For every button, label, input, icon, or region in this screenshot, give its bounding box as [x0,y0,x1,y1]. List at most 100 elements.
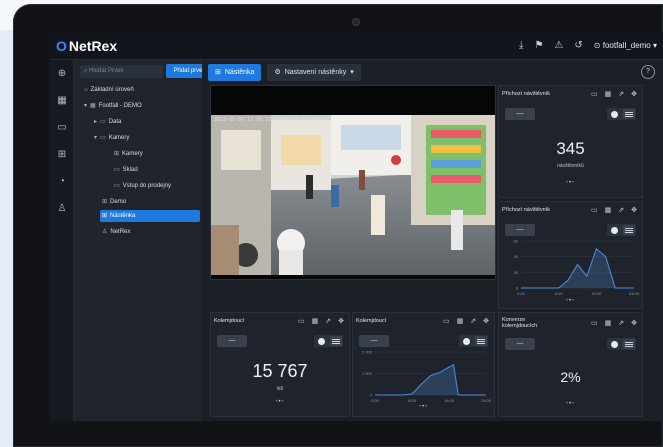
camera-video-widget[interactable]: 2023-09-07 17:56:37 Vstup do prodejny [210,85,496,280]
expand-icon[interactable]: ✥ [631,319,637,327]
view-toggle[interactable] [314,335,343,347]
download-icon[interactable]: ⤓ [519,40,523,51]
tree-item-warehouse[interactable]: ▭ Sklad [114,164,138,176]
expand-icon[interactable]: ✥ [338,317,344,325]
pager-dots[interactable]: ••• [499,298,642,304]
tree-item-cameras-folder[interactable]: ▾ ▭ Kamery [94,132,129,144]
number-view-icon [318,337,325,345]
period-button[interactable]: — [359,335,389,347]
calendar-icon[interactable]: ▭ [591,90,598,98]
tree-item-demo[interactable]: ⊞ Demo [102,196,126,208]
list-view-icon [623,109,635,119]
period-button[interactable]: — [505,338,535,350]
view-toggle[interactable] [607,338,636,350]
tree-item-cameras[interactable]: ⊞ Kamery [114,148,143,160]
external-link-icon[interactable]: ⇗ [618,319,624,327]
icon-rail: ⊕ ▦ ▭ ⊞ ◔ ♙ [50,60,74,421]
tree-item-store-entrance[interactable]: ▭ Vstup do prodejny [114,180,171,192]
chevron-down-icon[interactable]: ▾ [84,100,87,112]
building-icon[interactable]: ▦ [605,206,612,214]
y-tick-label: 0 [370,393,373,398]
user-icon[interactable]: ♙ [50,195,74,222]
help-icon[interactable]: ? [641,65,655,79]
x-tick-label: 24:00 [481,398,492,403]
period-button[interactable]: — [505,224,535,236]
list-view-icon [623,339,635,349]
pager-dots[interactable]: ••• [499,180,642,186]
view-toggle[interactable] [607,224,636,236]
widget-title: Příchozí návštěvník [502,207,550,213]
tree-item-netrex[interactable]: ♙ NetRex [102,226,130,238]
megaphone-icon[interactable]: ⚑ [534,40,543,51]
calendar-icon[interactable]: ▭ [443,317,450,325]
calendar-icon[interactable]: ▭ [298,317,305,325]
globe-icon[interactable]: ⊕ [50,60,74,87]
y-tick-label: 1 000 [362,371,373,376]
calendar-icon[interactable]: ▭ [591,319,598,327]
tab-label: Nastavení nástěnky [284,68,347,76]
widget-value: 15 767 [252,361,308,381]
expand-icon[interactable]: ✥ [631,206,637,214]
widget-passers-chart: Kolemjdoucí ▭ ▦ ⇗ ✥ — 0 1 000 2 000 0:00 8:0… [352,312,495,417]
logo-text: NetRex [68,37,118,54]
tab-dashboard[interactable]: ⊞ Nástěnka [208,63,262,81]
history-icon[interactable]: ↺ [574,40,582,51]
external-link-icon[interactable]: ⇗ [470,317,476,325]
period-button[interactable]: — [217,335,247,347]
tree-item-label: Data [108,119,122,125]
widget-value: 345 [556,139,585,158]
view-toggle[interactable] [607,108,636,120]
widget-header: Příchozí návštěvník ▭ ▦ ⇗ ✥ [499,202,642,218]
user-circle-icon: ⊙ [593,41,601,50]
x-tick-label: 0:00 [517,291,526,296]
folder-icon: ▭ [100,135,106,141]
tab-dashboard-settings[interactable]: ⚙ Nastavení nástěnky ▾ [267,63,361,81]
grid-icon: ⊞ [114,151,120,157]
expand-icon[interactable]: ✥ [483,317,489,325]
tree-item-data[interactable]: ▸ ▭ Data [94,116,121,128]
list-view-icon [623,225,635,235]
pager-dots[interactable]: ••• [353,404,494,410]
tree-item-label: Kamery [108,135,130,141]
webcam [352,18,360,26]
widget-actions: ▭ ▦ ⇗ ✥ [591,90,637,98]
app-logo[interactable]: O NetRex [56,38,117,54]
calendar-icon[interactable]: ▭ [591,206,598,214]
widget-incoming-visitors: Příchozí návštěvník ▭ ▦ ⇗ ✥ — 345 návště… [498,85,643,198]
y-tick-label: 0 [516,286,519,291]
widget-header: Příchozí návštěvník ▭ ▦ ⇗ ✥ [499,86,642,102]
tree-item-label: Demo [110,199,127,205]
chevron-right-icon[interactable]: ▸ [94,116,97,128]
grid-icon[interactable]: ⊞ [50,141,74,168]
tree-item-label: NetRex [110,229,131,235]
chevron-down-icon[interactable]: ▾ [94,132,97,144]
user-icon: ♙ [102,229,108,235]
building-icon[interactable]: ▦ [605,90,612,98]
dashboard-icon[interactable]: ◔ [50,168,74,195]
widget-header: Konverze kolemjdoucích ▭ ▦ ⇗ ✥ [499,313,642,333]
tree-item-dashboard[interactable]: ⊞ Nástěnka [100,210,200,222]
camera-icon[interactable]: ▭ [50,114,74,141]
building-icon[interactable]: ▦ [457,317,464,325]
tree-panel: ⌕ Hledat Prvek Přidat prvek ⌂ Základní úr… [74,60,215,421]
external-link-icon[interactable]: ⇗ [618,206,624,214]
tree-item-footfall-demo[interactable]: ▾ ▦ Footfall - DEMO [84,100,142,112]
period-button[interactable]: — [505,108,535,120]
widget-title: Konverze kolemjdoucích [502,317,538,329]
external-link-icon[interactable]: ⇗ [325,317,331,325]
warning-icon[interactable]: ⚠ [554,40,563,51]
tree-item-base-level[interactable]: ⌂ Základní úroveň [84,84,134,96]
search-icon: ⌕ [84,68,88,74]
building-icon[interactable]: ▦ [605,319,612,327]
pager-dots[interactable]: ••• [211,399,349,405]
widget-actions: ▭ ▦ ⇗ ✥ [591,319,637,327]
user-menu[interactable]: ⊙ footfall_demo ▾ [594,41,657,50]
external-link-icon[interactable]: ⇗ [618,90,624,98]
building-icon[interactable]: ▦ [50,87,74,114]
view-toggle[interactable] [459,335,488,347]
building-icon[interactable]: ▦ [312,317,319,325]
search-input[interactable]: ⌕ Hledat Prvek [80,65,163,78]
expand-icon[interactable]: ✥ [631,90,637,98]
pager-dots[interactable]: ••• [499,401,642,407]
tree-item-label: Sklad [122,167,138,173]
